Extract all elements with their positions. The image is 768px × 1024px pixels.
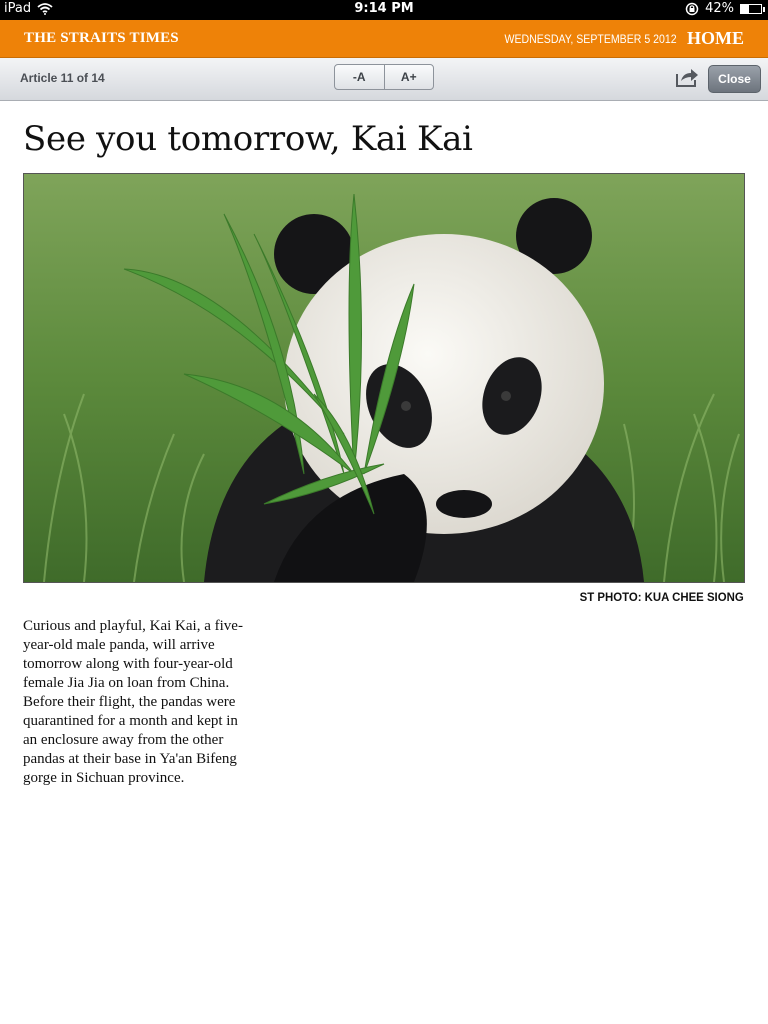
battery-icon (740, 3, 765, 14)
battery-fill (741, 4, 750, 13)
article-headline: See you tomorrow, Kai Kai (23, 119, 473, 159)
share-icon[interactable] (675, 66, 699, 88)
battery-percent: 42% (705, 1, 734, 16)
edition-date: WEDNESDAY, SEPTEMBER 5 2012 (504, 32, 677, 46)
article-toolbar: Article 11 of 14 -A A+ Close (0, 58, 768, 101)
article-body: Curious and playful, Kai Kai, a five-yea… (23, 618, 243, 786)
panda-photo-illustration (24, 174, 744, 582)
home-link[interactable]: HOME (687, 28, 744, 49)
photo-credit: ST PHOTO: KUA CHEE SIONG (579, 590, 744, 604)
font-decrease-button[interactable]: -A (335, 65, 384, 89)
clock: 9:14 PM (354, 1, 414, 16)
masthead: THE STRAITS TIMES WEDNESDAY, SEPTEMBER 5… (0, 20, 768, 58)
font-increase-button[interactable]: A+ (383, 65, 434, 89)
article-counter: Article 11 of 14 (20, 71, 105, 85)
brand-logo[interactable]: THE STRAITS TIMES (24, 30, 179, 47)
rotation-lock-icon (685, 2, 699, 15)
article-photo (23, 173, 745, 583)
status-bar: iPad 9:14 PM 42% (0, 0, 768, 20)
font-size-control: -A A+ (334, 64, 434, 90)
close-button[interactable]: Close (708, 65, 761, 93)
